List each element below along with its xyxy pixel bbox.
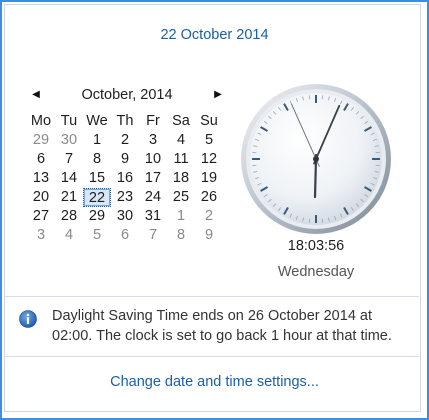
current-date-link[interactable]: 22 October 2014: [0, 27, 429, 43]
calendar-day[interactable]: 15: [83, 169, 111, 188]
calendar-day[interactable]: 5: [195, 131, 223, 150]
weekday-label: We: [86, 113, 108, 129]
calendar-day[interactable]: 31: [139, 207, 167, 226]
calendar-day-other-month[interactable]: 1: [167, 207, 195, 226]
change-date-time-settings-link[interactable]: Change date and time settings...: [0, 374, 429, 390]
calendar-day[interactable]: 6: [27, 150, 55, 169]
clock-weekday-label: Wednesday: [277, 264, 355, 280]
previous-month-button[interactable]: ◀: [28, 86, 44, 104]
calendar-week-row: 27 28 29 30 31 1 2: [27, 207, 223, 226]
divider: [5, 296, 419, 297]
calendar-day[interactable]: 30: [111, 207, 139, 226]
weekday-label: Su: [200, 113, 218, 129]
calendar-day-selected[interactable]: 22: [83, 188, 111, 207]
calendar-day-other-month[interactable]: 8: [167, 226, 195, 245]
month-title[interactable]: October, 2014: [48, 86, 206, 104]
clock-center-pin: [313, 156, 319, 162]
calendar-day[interactable]: 28: [55, 207, 83, 226]
weekday-label: Tu: [60, 113, 78, 129]
calendar-day[interactable]: 1: [83, 131, 111, 150]
calendar-day[interactable]: 12: [195, 150, 223, 169]
calendar-day-other-month[interactable]: 3: [27, 226, 55, 245]
calendar-day-other-month[interactable]: 9: [195, 226, 223, 245]
calendar-day[interactable]: 18: [167, 169, 195, 188]
calendar-day[interactable]: 16: [111, 169, 139, 188]
calendar-day[interactable]: 13: [27, 169, 55, 188]
calendar-grid: Mo Tu We Th Fr Sa Su 29 30 1 2 3 4 5 6 7…: [27, 112, 223, 245]
weekday-label: Th: [116, 113, 134, 129]
calendar-day[interactable]: 10: [139, 150, 167, 169]
calendar-day-other-month[interactable]: 2: [195, 207, 223, 226]
calendar-day[interactable]: 25: [167, 188, 195, 207]
weekday-header-row: Mo Tu We Th Fr Sa Su: [27, 112, 223, 131]
calendar-day[interactable]: 17: [139, 169, 167, 188]
calendar-week-row: 3 4 5 6 7 8 9: [27, 226, 223, 245]
calendar-day[interactable]: 20: [27, 188, 55, 207]
weekday-label: Sa: [172, 113, 190, 129]
calendar-day[interactable]: 2: [111, 131, 139, 150]
calendar-day[interactable]: 4: [167, 131, 195, 150]
calendar-day[interactable]: 9: [111, 150, 139, 169]
calendar-day-other-month[interactable]: 6: [111, 226, 139, 245]
weekday-label: Mo: [30, 113, 52, 129]
weekday-label: Fr: [146, 113, 160, 129]
calendar-day-other-month[interactable]: 5: [83, 226, 111, 245]
calendar-day-other-month[interactable]: 4: [55, 226, 83, 245]
calendar-week-row: 13 14 15 16 17 18 19: [27, 169, 223, 188]
calendar-day-other-month[interactable]: 30: [55, 131, 83, 150]
calendar-day[interactable]: 11: [167, 150, 195, 169]
calendar-day[interactable]: 19: [195, 169, 223, 188]
dst-notice-text: Daylight Saving Time ends on 26 October …: [52, 308, 392, 344]
calendar-week-row: 29 30 1 2 3 4 5: [27, 131, 223, 150]
calendar-day[interactable]: 7: [55, 150, 83, 169]
calendar-week-row: 6 7 8 9 10 11 12: [27, 150, 223, 169]
divider: [5, 356, 419, 357]
calendar-day[interactable]: 27: [27, 207, 55, 226]
calendar-day[interactable]: 8: [83, 150, 111, 169]
calendar-day[interactable]: 29: [83, 207, 111, 226]
analog-clock: [241, 84, 391, 234]
calendar-header: ◀ October, 2014 ▶: [28, 86, 226, 104]
calendar-day-other-month[interactable]: 29: [27, 131, 55, 150]
calendar-week-row: 20 21 22 23 24 25 26: [27, 188, 223, 207]
calendar-day[interactable]: 21: [55, 188, 83, 207]
calendar-day[interactable]: 23: [111, 188, 139, 207]
calendar-day[interactable]: 14: [55, 169, 83, 188]
next-month-button[interactable]: ▶: [210, 86, 226, 104]
calendar-day[interactable]: 24: [139, 188, 167, 207]
info-icon: [19, 310, 37, 328]
clock-time-readout: 18:03:56: [287, 238, 345, 254]
calendar-day[interactable]: 3: [139, 131, 167, 150]
calendar-day[interactable]: 26: [195, 188, 223, 207]
calendar-day-other-month[interactable]: 7: [139, 226, 167, 245]
